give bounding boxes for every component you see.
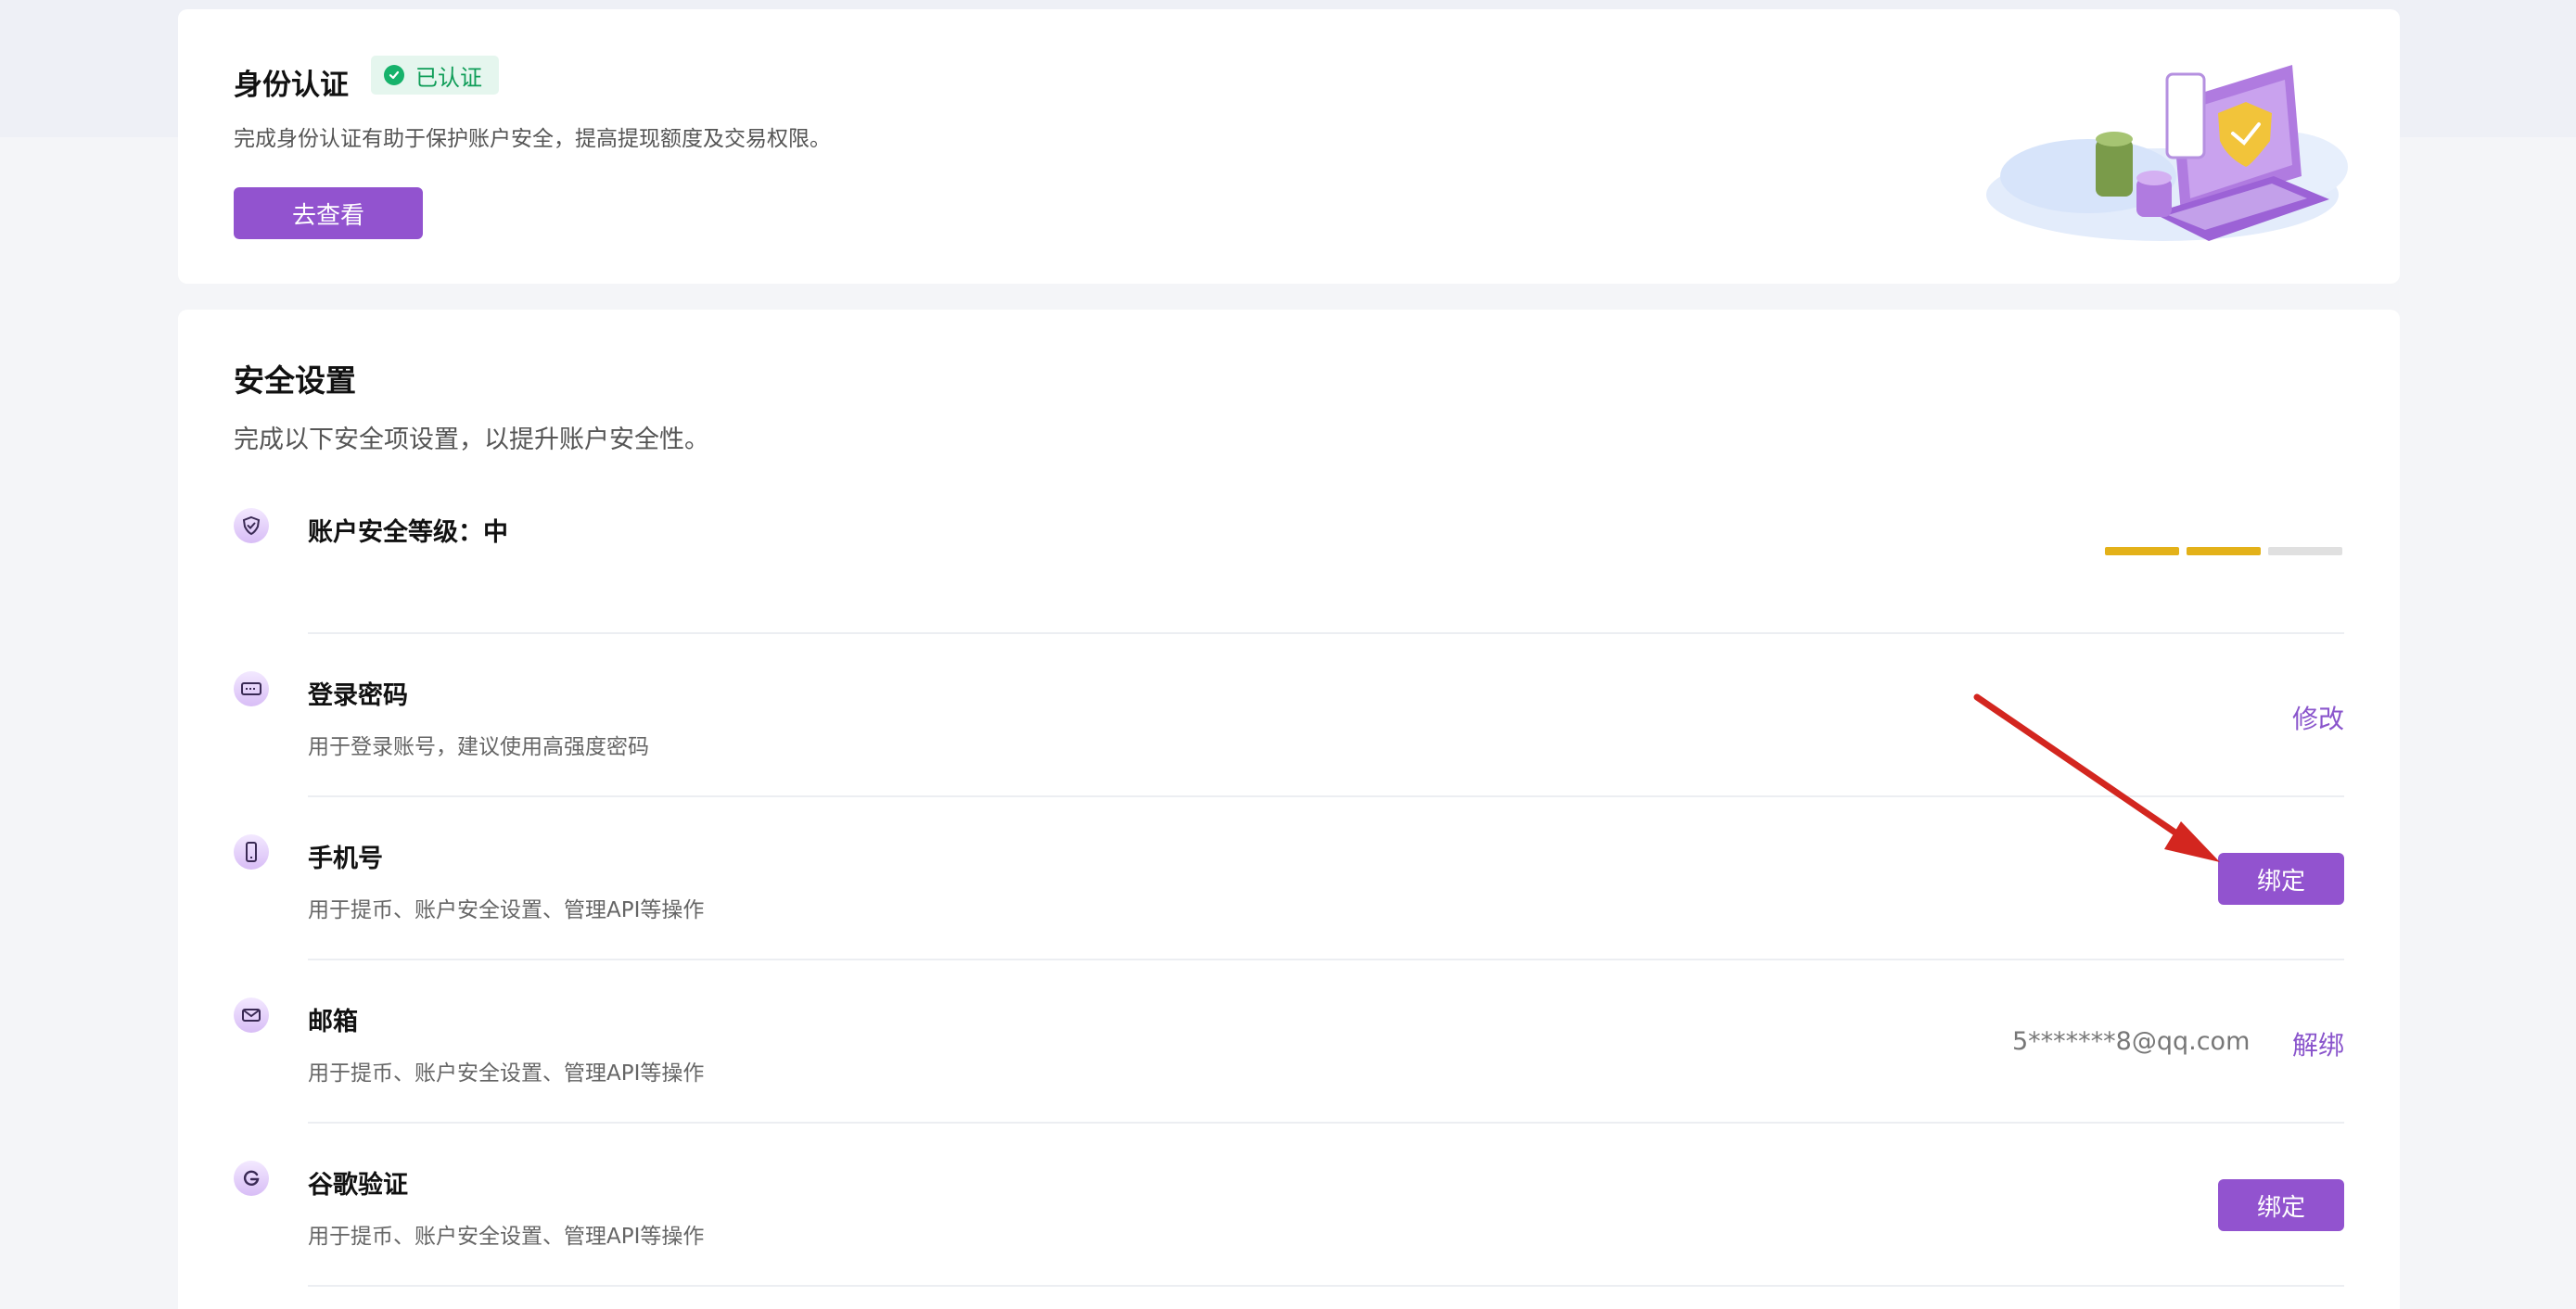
security-level-label: 账户安全等级： bbox=[308, 518, 483, 547]
login-password-description: 用于登录账号，建议使用高强度密码 bbox=[308, 735, 649, 759]
security-description: 完成以下安全项设置，以提升账户安全性。 bbox=[234, 426, 709, 454]
divider bbox=[308, 1285, 2344, 1287]
phone-icon bbox=[234, 834, 269, 870]
identity-description: 完成身份认证有助于保护账户安全，提高提现额度及交易权限。 bbox=[234, 127, 831, 151]
identity-card: 身份认证 已认证 完成身份认证有助于保护账户安全，提高提现额度及交易权限。 去查… bbox=[178, 9, 2400, 284]
security-level-value: 中 bbox=[483, 518, 508, 547]
page: 身份认证 已认证 完成身份认证有助于保护账户安全，提高提现额度及交易权限。 去查… bbox=[0, 0, 2576, 1309]
phone-label: 手机号 bbox=[308, 845, 383, 873]
identity-title: 身份认证 bbox=[234, 69, 349, 102]
email-value: 5*******8@qq.com bbox=[2012, 1027, 2251, 1056]
security-laptop-illustration bbox=[1986, 65, 2348, 241]
security-title: 安全设置 bbox=[234, 362, 356, 399]
shield-check-icon bbox=[234, 508, 269, 543]
email-description: 用于提币、账户安全设置、管理API等操作 bbox=[308, 1061, 705, 1086]
security-level-bar bbox=[2105, 547, 2342, 555]
google-icon bbox=[234, 1161, 269, 1196]
google-auth-description: 用于提币、账户安全设置、管理API等操作 bbox=[308, 1225, 705, 1249]
security-level-row: 账户安全等级：中 bbox=[308, 512, 508, 548]
verified-badge-label: 已认证 bbox=[415, 64, 482, 91]
security-card: 安全设置 完成以下安全项设置，以提升账户安全性。 账户安全等级：中 登录密码 用… bbox=[178, 310, 2400, 1309]
phone-description: 用于提币、账户安全设置、管理API等操作 bbox=[308, 898, 705, 922]
login-password-label: 登录密码 bbox=[308, 681, 408, 710]
check-circle-icon bbox=[384, 65, 404, 85]
google-auth-label: 谷歌验证 bbox=[308, 1171, 408, 1200]
bind-google-auth-button[interactable]: 绑定 bbox=[2218, 1179, 2344, 1231]
divider bbox=[308, 959, 2344, 960]
level-segment-1 bbox=[2105, 547, 2179, 555]
keyboard-icon bbox=[234, 671, 269, 706]
mail-icon bbox=[234, 998, 269, 1033]
modify-password-link[interactable]: 修改 bbox=[2292, 699, 2344, 736]
verified-badge: 已认证 bbox=[371, 56, 499, 95]
bind-phone-button[interactable]: 绑定 bbox=[2218, 853, 2344, 905]
divider bbox=[308, 1122, 2344, 1124]
view-identity-button[interactable]: 去查看 bbox=[234, 187, 423, 239]
email-label: 邮箱 bbox=[308, 1008, 358, 1036]
level-segment-2 bbox=[2187, 547, 2261, 555]
level-segment-3 bbox=[2268, 547, 2342, 555]
divider bbox=[308, 632, 2344, 634]
unbind-email-link[interactable]: 解绑 bbox=[2292, 1025, 2344, 1062]
divider bbox=[308, 795, 2344, 797]
